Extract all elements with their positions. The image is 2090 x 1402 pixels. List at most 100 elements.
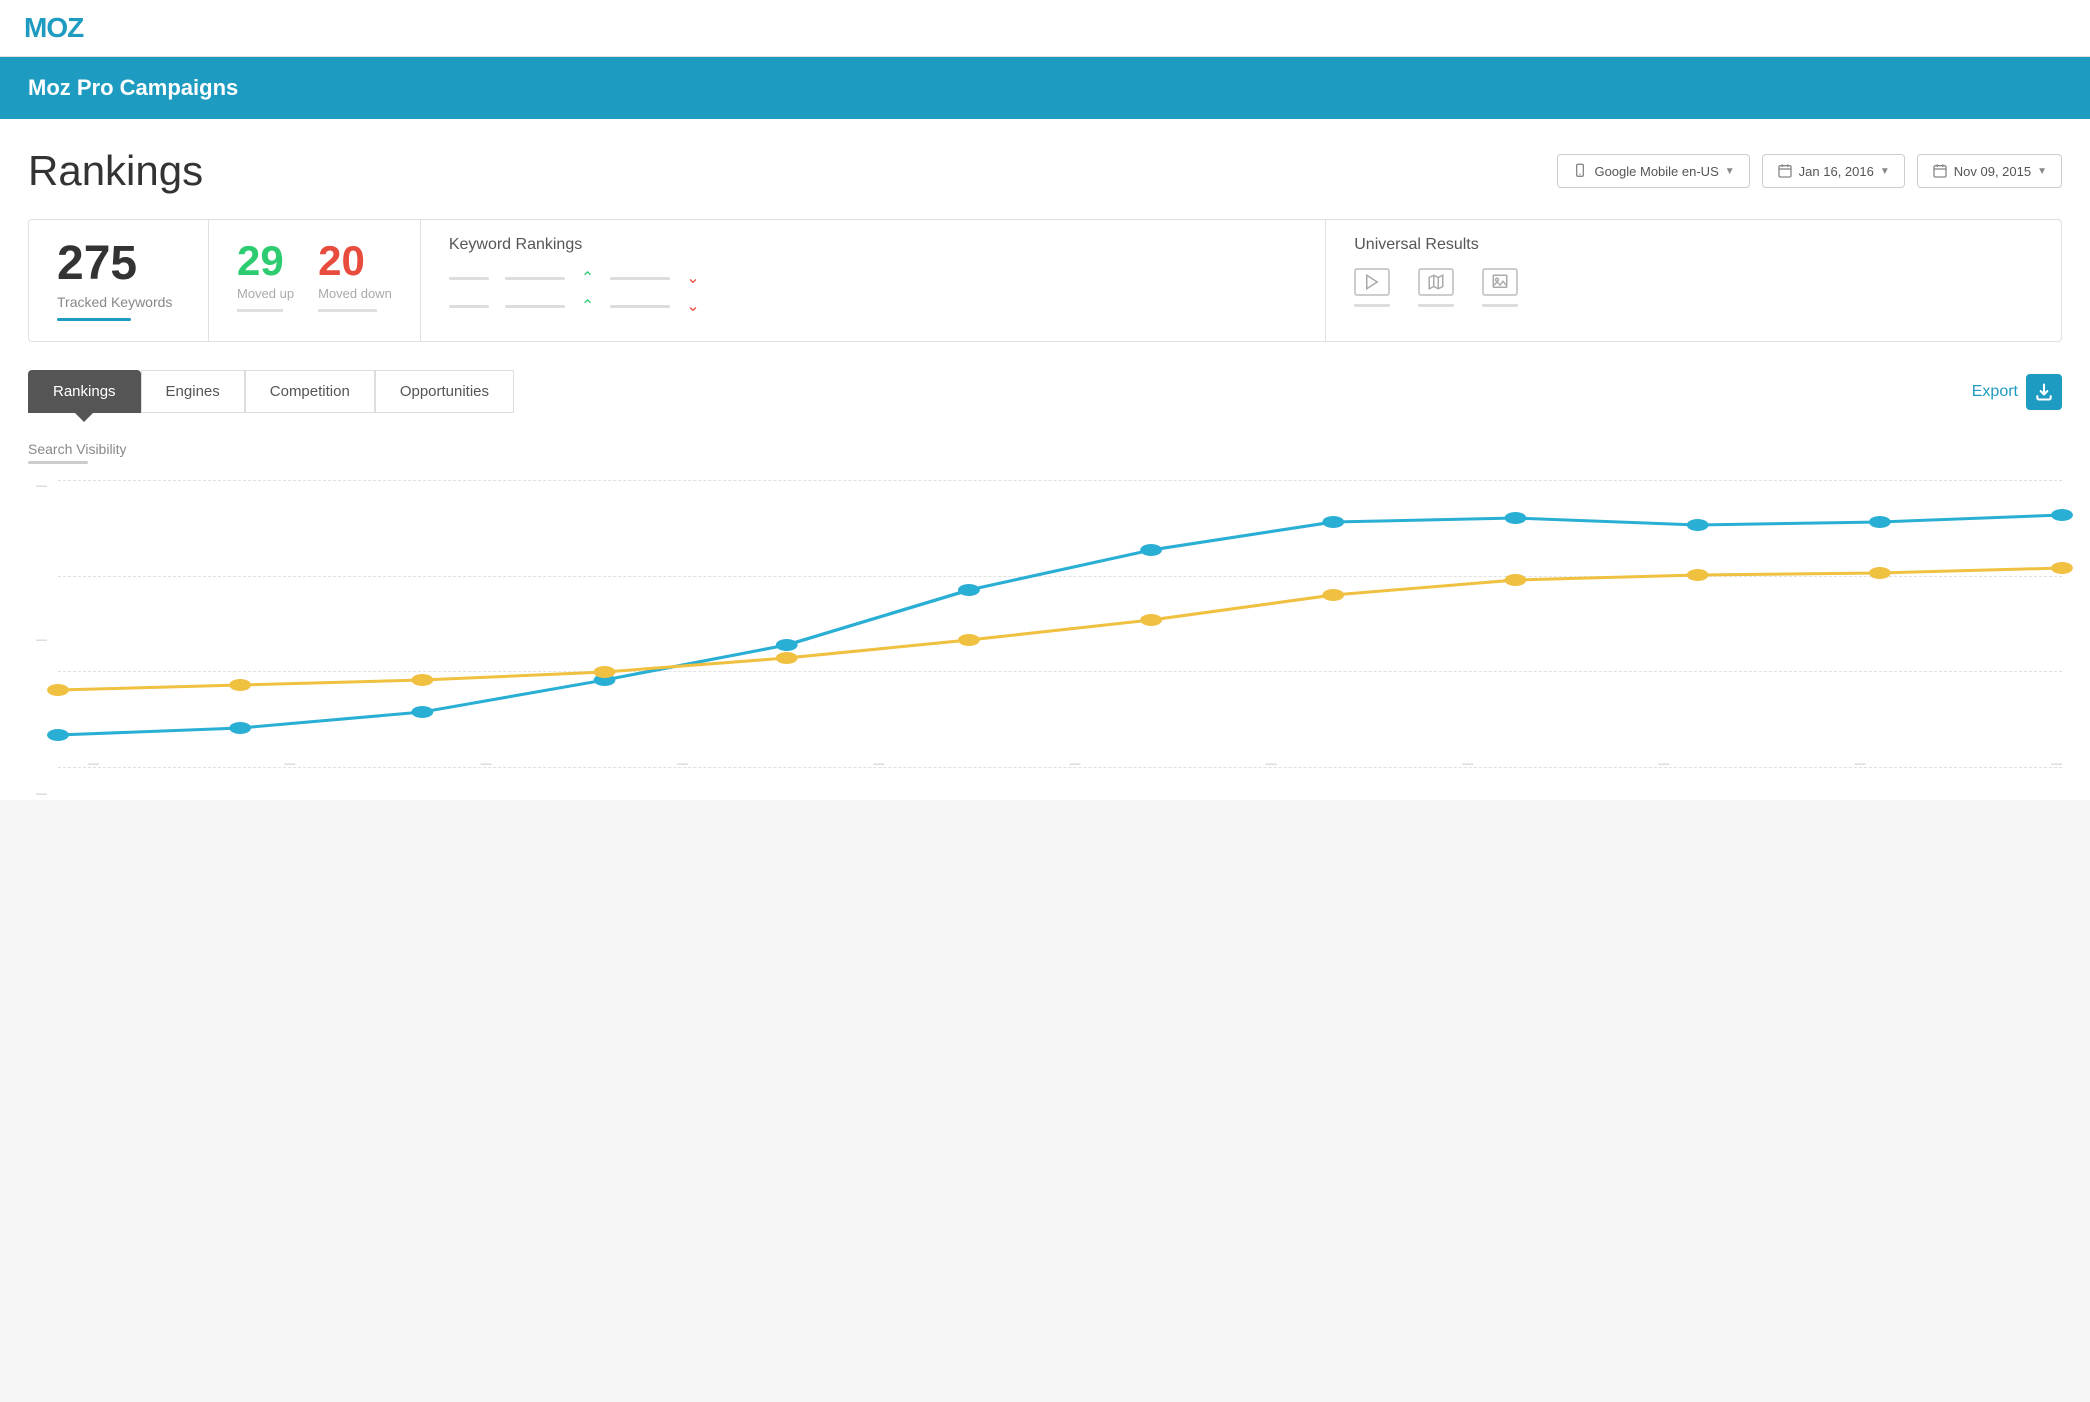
tracked-keywords-label: Tracked Keywords <box>57 294 180 310</box>
rankings-header: Rankings Google Mobile en-US ▼ Jan 16, 2… <box>28 147 2062 195</box>
tracked-keywords-number: 275 <box>57 240 180 288</box>
chart-svg <box>58 480 2062 770</box>
yellow-dot-10 <box>1687 569 1709 581</box>
main-content: Rankings Google Mobile en-US ▼ Jan 16, 2… <box>0 119 2090 800</box>
uni-video-item <box>1354 268 1390 307</box>
x-label-8: — <box>1462 758 1473 770</box>
x-label-1: — <box>88 758 99 770</box>
y-label-mid: — <box>36 634 47 646</box>
x-label-4: — <box>677 758 688 770</box>
moved-down-number: 20 <box>318 240 365 282</box>
blue-dot-1 <box>47 729 69 741</box>
arrow-down-icon-2: ⌄ <box>686 296 699 316</box>
tabs: Rankings Engines Competition Opportuniti… <box>28 370 514 413</box>
keyword-rankings-title: Keyword Rankings <box>449 236 1297 254</box>
kw-dash-2 <box>449 305 489 308</box>
uni-image-item <box>1482 268 1518 307</box>
kw-dash <box>449 277 489 280</box>
filter-controls: Google Mobile en-US ▼ Jan 16, 2016 ▼ Nov… <box>1557 154 2062 188</box>
blue-dot-8 <box>1322 516 1344 528</box>
chevron-down-icon: ▼ <box>1725 166 1735 177</box>
tabs-row: Rankings Engines Competition Opportuniti… <box>28 370 2062 413</box>
tab-opportunities[interactable]: Opportunities <box>375 370 514 413</box>
blue-dot-12 <box>2051 509 2073 521</box>
arrow-up-icon: ⌃ <box>581 268 594 288</box>
x-label-6: — <box>1069 758 1080 770</box>
map-icon <box>1418 268 1454 296</box>
yellow-dot-9 <box>1505 574 1527 586</box>
export-button[interactable]: Export <box>1972 374 2062 410</box>
y-label-bot: — <box>36 788 47 800</box>
universal-results-title: Universal Results <box>1354 236 2033 254</box>
chevron-down-icon-2: ▼ <box>1880 166 1890 177</box>
blue-line <box>58 515 2062 735</box>
moved-down-item: 20 Moved down <box>318 240 392 321</box>
campaign-title: Moz Pro Campaigns <box>28 75 2062 101</box>
x-labels: — — — — — — — — — — — <box>88 758 2062 770</box>
universal-results-block: Universal Results <box>1326 220 2061 341</box>
chart-section: Search Visibility — — — <box>28 413 2062 800</box>
yellow-dot-2 <box>229 679 251 691</box>
blue-dot-5 <box>776 639 798 651</box>
moved-down-bar <box>318 309 377 312</box>
image-icon <box>1482 268 1518 296</box>
moved-up-label: Moved up <box>237 286 294 301</box>
blue-dot-7 <box>1140 544 1162 556</box>
chevron-down-icon-3: ▼ <box>2037 166 2047 177</box>
tracked-keywords-underline <box>57 318 131 321</box>
tab-engines[interactable]: Engines <box>141 370 245 413</box>
keyword-rankings-block: Keyword Rankings ⌃ ⌄ ⌃ ⌄ <box>421 220 1326 341</box>
blue-dot-6 <box>958 584 980 596</box>
blue-dot-3 <box>411 706 433 718</box>
yellow-dot-12 <box>2051 562 2073 574</box>
moved-up-item: 29 Moved up <box>237 240 294 321</box>
yellow-dot-3 <box>411 674 433 686</box>
kw-row-1: ⌃ ⌄ <box>449 268 1297 288</box>
export-label: Export <box>1972 383 2018 401</box>
arrow-down-icon: ⌄ <box>686 268 699 288</box>
chart-sublabel-bar <box>28 461 88 464</box>
movement-block: 29 Moved up 20 Moved down <box>209 220 421 341</box>
export-icon <box>2026 374 2062 410</box>
chart-container: — — — <box>28 480 2062 800</box>
kw-row-2: ⌃ ⌄ <box>449 296 1297 316</box>
blue-dot-10 <box>1687 519 1709 531</box>
stats-bar: 275 Tracked Keywords 29 Moved up 20 Move… <box>28 219 2062 342</box>
engine-filter-button[interactable]: Google Mobile en-US ▼ <box>1557 154 1749 188</box>
x-label-5: — <box>873 758 884 770</box>
universal-icons-row <box>1354 268 2033 307</box>
x-label-7: — <box>1266 758 1277 770</box>
chart-y-labels: — — — <box>28 480 55 800</box>
kw-dash-long <box>505 277 565 280</box>
date2-filter-button[interactable]: Nov 09, 2015 ▼ <box>1917 154 2062 188</box>
date1-filter-label: Jan 16, 2016 <box>1799 164 1874 179</box>
page-title: Rankings <box>28 147 203 195</box>
moved-up-number: 29 <box>237 240 284 282</box>
uni-bar-3 <box>1482 304 1518 307</box>
moz-logo: MOZ <box>24 12 2066 44</box>
yellow-line <box>58 568 2062 690</box>
tab-competition[interactable]: Competition <box>245 370 375 413</box>
calendar-icon <box>1777 163 1793 179</box>
mobile-icon <box>1572 163 1588 179</box>
arrow-up-icon-2: ⌃ <box>581 296 594 316</box>
uni-bar-1 <box>1354 304 1390 307</box>
blue-dot-9 <box>1505 512 1527 524</box>
tracked-keywords-block: 275 Tracked Keywords <box>29 220 209 341</box>
moved-up-bar <box>237 309 283 312</box>
x-label-10: — <box>1855 758 1866 770</box>
kw-dash-long-2 <box>610 277 670 280</box>
tab-rankings[interactable]: Rankings <box>28 370 141 413</box>
yellow-dot-5 <box>776 652 798 664</box>
date1-filter-button[interactable]: Jan 16, 2016 ▼ <box>1762 154 1905 188</box>
date2-filter-label: Nov 09, 2015 <box>1954 164 2031 179</box>
video-icon <box>1354 268 1390 296</box>
blue-dot-11 <box>1869 516 1891 528</box>
moved-down-label: Moved down <box>318 286 392 301</box>
x-label-11: — <box>2051 758 2062 770</box>
x-label-3: — <box>481 758 492 770</box>
kw-dash-long-4 <box>610 305 670 308</box>
yellow-dot-6 <box>958 634 980 646</box>
kw-dash-long-3 <box>505 305 565 308</box>
blue-dot-2 <box>229 722 251 734</box>
